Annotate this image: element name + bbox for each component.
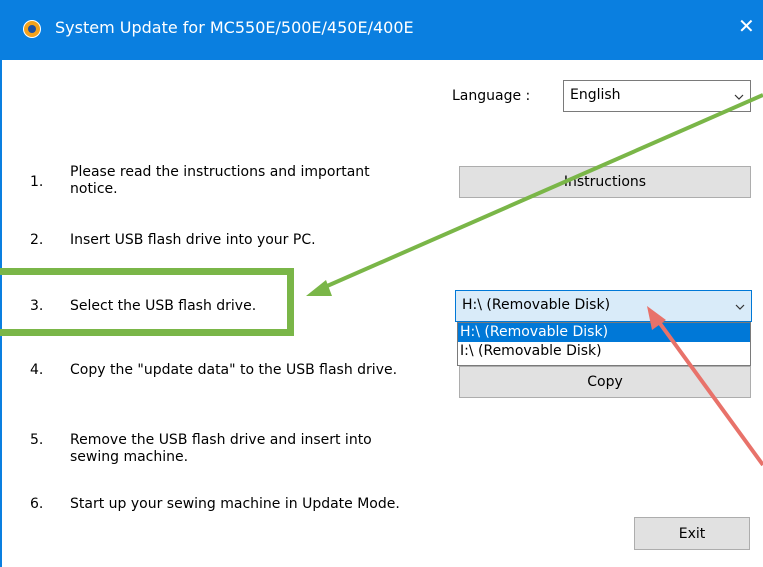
annotation-arrows <box>306 93 763 467</box>
red-arrow <box>647 306 763 467</box>
green-arrow <box>306 93 763 296</box>
